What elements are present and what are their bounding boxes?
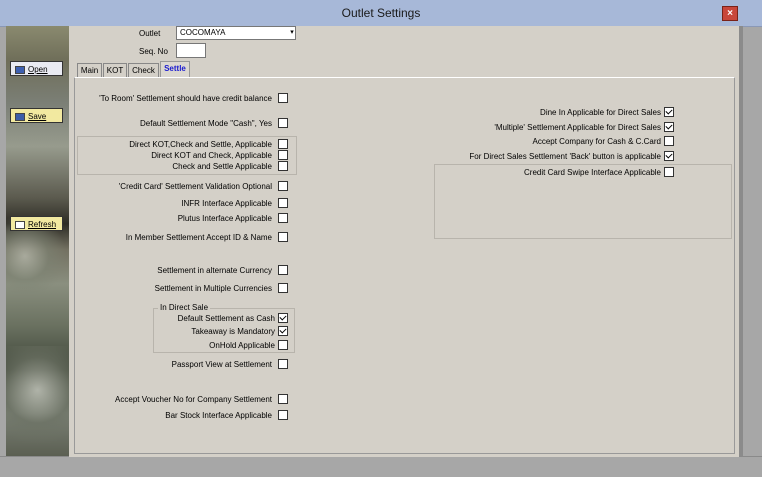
onhold-checkbox[interactable] [278, 340, 288, 350]
multiple-settlement-checkbox[interactable] [664, 122, 674, 132]
dine-in-label: Dine In Applicable for Direct Sales [540, 108, 661, 117]
member-settlement-label: In Member Settlement Accept ID & Name [125, 233, 272, 242]
multiple-settlement-label: 'Multiple' Settlement Applicable for Dir… [494, 123, 661, 132]
outlet-value: COCOMAYA [180, 28, 226, 37]
outlet-label: Outlet [139, 29, 161, 38]
plutus-label: Plutus Interface Applicable [177, 214, 272, 223]
close-icon: × [727, 8, 733, 19]
accept-company-checkbox[interactable] [664, 136, 674, 146]
book-icon [15, 65, 25, 74]
passport-view-checkbox[interactable] [278, 359, 288, 369]
to-room-checkbox[interactable] [278, 93, 288, 103]
decorative-image [6, 346, 69, 456]
seq-label: Seq. No [139, 47, 168, 56]
tab-main-label: Main [80, 66, 99, 75]
save-label: Save [28, 112, 47, 121]
seq-input[interactable] [176, 43, 206, 58]
voucher-no-checkbox[interactable] [278, 394, 288, 404]
back-button-applicable-label: For Direct Sales Settlement 'Back' butto… [469, 152, 661, 161]
takeaway-mandatory-label: Takeaway is Mandatory [191, 327, 275, 336]
check-settle-checkbox[interactable] [278, 161, 288, 171]
back-button-applicable-checkbox[interactable] [664, 151, 674, 161]
infr-checkbox[interactable] [278, 198, 288, 208]
direct-sale-title: In Direct Sale [158, 303, 211, 312]
to-room-label: 'To Room' Settlement should have credit … [99, 94, 272, 103]
floppy-disk-icon [15, 112, 25, 121]
window-border [739, 26, 743, 457]
direct-kot-check-checkbox[interactable] [278, 150, 288, 160]
plutus-checkbox[interactable] [278, 213, 288, 223]
window-title: Outlet Settings [341, 6, 421, 20]
onhold-label: OnHold Applicable [209, 341, 275, 350]
check-settle-label: Check and Settle Applicable [172, 162, 272, 171]
refresh-button[interactable]: Refresh [10, 216, 63, 231]
tab-kot[interactable]: KOT [103, 63, 127, 77]
bar-stock-checkbox[interactable] [278, 410, 288, 420]
chevron-down-icon[interactable]: ▾ [287, 27, 297, 39]
tab-kot-label: KOT [106, 66, 124, 75]
tab-check-label: Check [132, 66, 155, 75]
tab-check[interactable]: Check [128, 63, 159, 77]
default-cash-checkbox[interactable] [278, 118, 288, 128]
credit-card-swipe-label: Credit Card Swipe Interface Applicable [524, 168, 661, 177]
dine-in-checkbox[interactable] [664, 107, 674, 117]
tab-settle-label: Settle [164, 64, 186, 73]
close-button[interactable]: × [722, 6, 738, 21]
direct-kot-check-label: Direct KOT and Check, Applicable [151, 151, 272, 160]
main-area: Outlet COCOMAYA ▾ Seq. No Main KOT Check… [69, 26, 739, 457]
default-settlement-cash-checkbox[interactable] [278, 313, 288, 323]
refresh-icon [15, 220, 25, 229]
infr-label: INFR Interface Applicable [181, 199, 272, 208]
default-cash-label: Default Settlement Mode "Cash", Yes [140, 119, 272, 128]
alternate-currency-checkbox[interactable] [278, 265, 288, 275]
multiple-currencies-label: Settlement in Multiple Currencies [154, 284, 272, 293]
outlet-select[interactable]: COCOMAYA ▾ [176, 26, 296, 40]
voucher-no-label: Accept Voucher No for Company Settlement [115, 395, 272, 404]
credit-card-validation-label: 'Credit Card' Settlement Validation Opti… [118, 182, 272, 191]
open-label: Open [28, 65, 48, 74]
direct-kot-check-settle-label: Direct KOT,Check and Settle, Applicable [129, 140, 272, 149]
credit-card-validation-checkbox[interactable] [278, 181, 288, 191]
open-button[interactable]: Open [10, 61, 63, 76]
alternate-currency-label: Settlement in alternate Currency [157, 266, 272, 275]
bar-stock-label: Bar Stock Interface Applicable [165, 411, 272, 420]
refresh-label: Refresh [28, 220, 57, 229]
tab-settle[interactable]: Settle [160, 61, 190, 78]
member-settlement-checkbox[interactable] [278, 232, 288, 242]
multiple-currencies-checkbox[interactable] [278, 283, 288, 293]
passport-view-label: Passport View at Settlement [171, 360, 272, 369]
credit-card-swipe-checkbox[interactable] [664, 167, 674, 177]
direct-kot-check-settle-checkbox[interactable] [278, 139, 288, 149]
takeaway-mandatory-checkbox[interactable] [278, 326, 288, 336]
side-panel: Open Save Refresh [6, 26, 69, 456]
accept-company-label: Accept Company for Cash & C.Card [532, 137, 662, 146]
tab-main[interactable]: Main [77, 63, 102, 77]
save-button[interactable]: Save [10, 108, 63, 123]
default-settlement-cash-label: Default Settlement as Cash [177, 314, 275, 323]
